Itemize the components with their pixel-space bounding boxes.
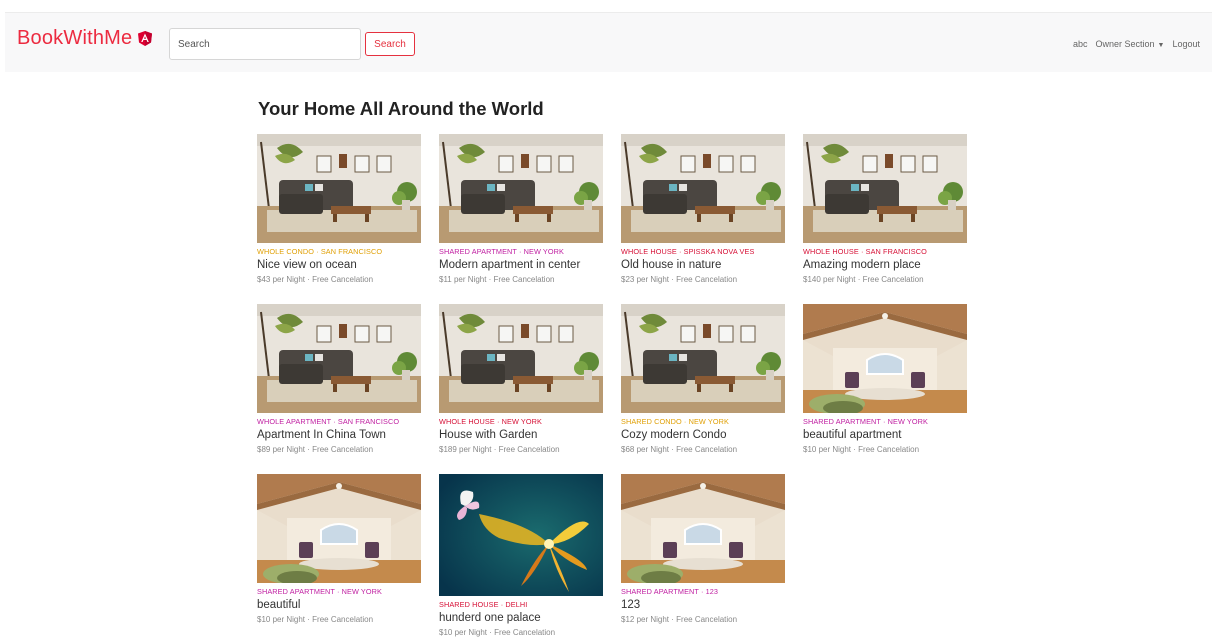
rental-image[interactable] [803, 134, 967, 243]
owner-section-dropdown[interactable]: Owner Section ▼ [1096, 39, 1165, 49]
rental-title[interactable]: House with Garden [439, 429, 603, 441]
rental-image[interactable] [439, 134, 603, 243]
rental-title[interactable]: Apartment In China Town [257, 429, 421, 441]
rental-price: $140 per Night · Free Cancelation [803, 275, 924, 284]
rental-image[interactable] [621, 304, 785, 413]
rental-category: WHOLE HOUSE · SAN FRANCISCO [803, 247, 927, 256]
brand[interactable]: BookWithMe [17, 27, 153, 50]
rental-image[interactable] [257, 474, 421, 583]
rental-title[interactable]: Modern apartment in center [439, 259, 603, 271]
rental-price: $68 per Night · Free Cancelation [621, 445, 738, 454]
rental-price: $10 per Night · Free Cancelation [439, 628, 556, 637]
rental-card[interactable]: SHARED APARTMENT · 123 123 $12 per Night… [621, 474, 785, 624]
rental-category: SHARED APARTMENT · NEW YORK [803, 417, 929, 426]
rental-image[interactable] [257, 134, 421, 243]
top-navbar: BookWithMe Search abc Owner Section▼ Log… [5, 12, 1212, 72]
search-input[interactable] [169, 28, 361, 60]
search-button[interactable]: Search [365, 32, 415, 56]
rental-card[interactable]: WHOLE HOUSE · SPISSKA NOVA VES Old house… [621, 134, 785, 284]
rental-title[interactable]: hunderd one palace [439, 612, 603, 624]
angular-logo-icon [138, 31, 153, 46]
rental-title[interactable]: Old house in nature [621, 259, 785, 271]
rental-category: WHOLE HOUSE · NEW YORK [439, 417, 543, 426]
rental-title[interactable]: beautiful apartment [803, 429, 967, 441]
rental-title[interactable]: Amazing modern place [803, 259, 967, 271]
rental-category: SHARED APARTMENT · NEW YORK [257, 587, 383, 596]
rental-category: SHARED APARTMENT · 123 [621, 587, 719, 596]
rental-card[interactable]: WHOLE HOUSE · NEW YORK House with Garden… [439, 304, 603, 454]
rental-card[interactable]: SHARED APARTMENT · NEW YORK beautiful ap… [803, 304, 967, 454]
nav-right: abc Owner Section ▼ Logout [1073, 39, 1200, 49]
rental-price: $12 per Night · Free Cancelation [621, 615, 738, 624]
rental-price: $43 per Night · Free Cancelation [257, 275, 374, 284]
rental-price: $23 per Night · Free Cancelation [621, 275, 738, 284]
owner-section-label: Owner Section [1095, 39, 1155, 49]
rental-price: $10 per Night · Free Cancelation [803, 445, 920, 454]
rental-image[interactable] [439, 474, 603, 596]
rental-price: $189 per Night · Free Cancelation [439, 445, 560, 454]
rental-image[interactable] [439, 304, 603, 413]
page-title: Your Home All Around the World [258, 98, 544, 119]
rental-card[interactable]: WHOLE HOUSE · SAN FRANCISCO Amazing mode… [803, 134, 967, 284]
rental-category: WHOLE HOUSE · SPISSKA NOVA VES [621, 247, 755, 256]
rental-title[interactable]: Cozy modern Condo [621, 429, 785, 441]
rental-category: SHARED HOUSE · DELHI [439, 600, 528, 609]
rental-title[interactable]: Nice view on ocean [257, 259, 421, 271]
brand-name[interactable]: BookWithMe [17, 27, 132, 50]
rental-price: $89 per Night · Free Cancelation [257, 445, 374, 454]
rental-title[interactable]: 123 [621, 599, 785, 611]
rental-image[interactable] [803, 304, 967, 413]
logout-link[interactable]: Logout [1172, 39, 1200, 49]
rental-price: $11 per Night · Free Cancelation [439, 275, 555, 284]
rental-card[interactable]: WHOLE APARTMENT · SAN FRANCISCO Apartmen… [257, 304, 421, 454]
rental-price: $10 per Night · Free Cancelation [257, 615, 374, 624]
rental-category: SHARED APARTMENT · NEW YORK [439, 247, 565, 256]
rental-card[interactable]: SHARED HOUSE · DELHI hunderd one palace … [439, 474, 603, 637]
rental-image[interactable] [621, 134, 785, 243]
rental-title[interactable]: beautiful [257, 599, 421, 611]
rental-card[interactable]: WHOLE CONDO · SAN FRANCISCO Nice view on… [257, 134, 421, 284]
caret-down-icon: ▼ [1157, 42, 1165, 49]
rental-category: WHOLE CONDO · SAN FRANCISCO [257, 247, 383, 256]
rental-image[interactable] [257, 304, 421, 413]
user-name[interactable]: abc [1073, 39, 1088, 49]
rental-card[interactable]: SHARED APARTMENT · NEW YORK Modern apart… [439, 134, 603, 284]
rental-card[interactable]: SHARED CONDO · NEW YORK Cozy modern Cond… [621, 304, 785, 454]
rental-category: SHARED CONDO · NEW YORK [621, 417, 729, 426]
rental-category: WHOLE APARTMENT · SAN FRANCISCO [257, 417, 400, 426]
rental-image[interactable] [621, 474, 785, 583]
rental-card[interactable]: SHARED APARTMENT · NEW YORK beautiful $1… [257, 474, 421, 624]
